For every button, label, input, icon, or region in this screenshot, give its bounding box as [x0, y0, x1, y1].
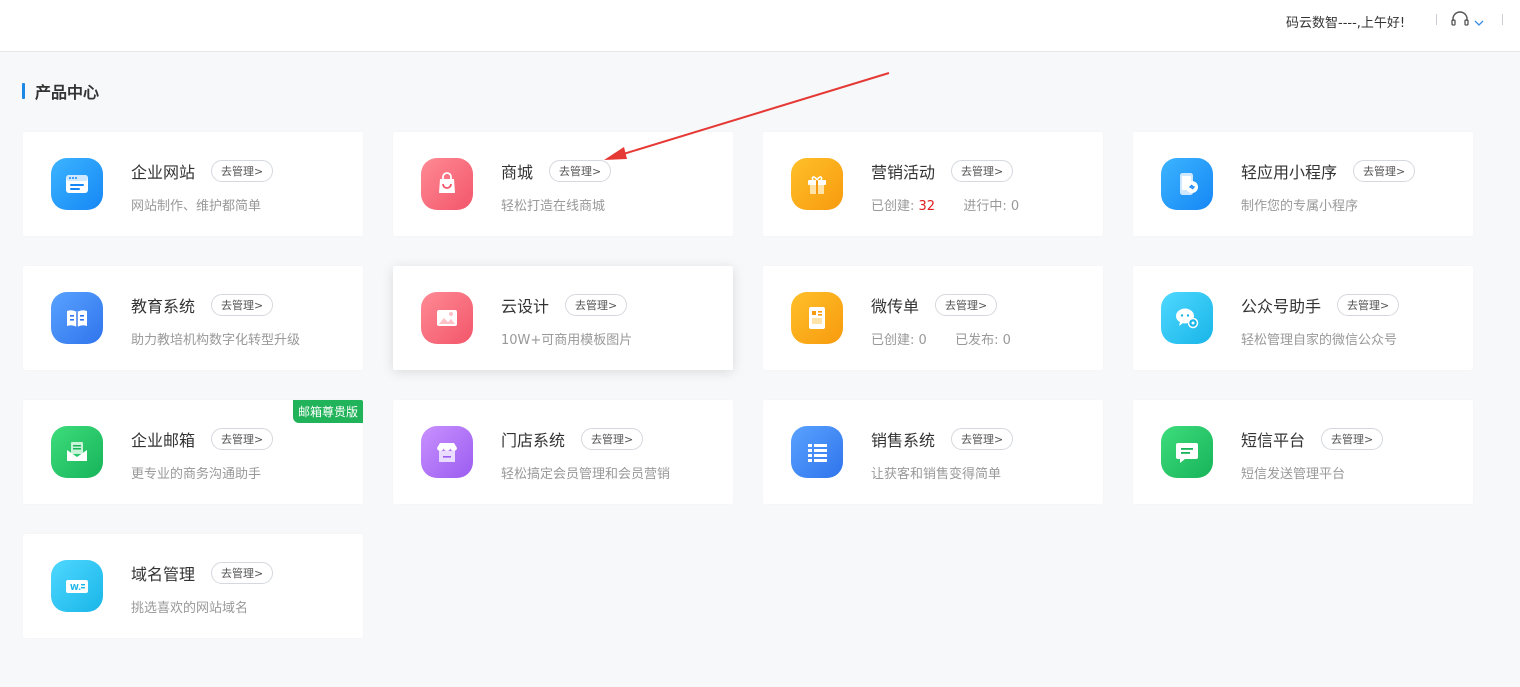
manage-button[interactable]: 去管理>: [211, 160, 274, 182]
message-icon: [1161, 426, 1213, 478]
product-card-flyer[interactable]: 微传单 去管理> 已创建: 0 已发布: 0: [763, 266, 1103, 370]
stat-value-running: 0: [1010, 199, 1020, 214]
divider: [1502, 14, 1503, 25]
manage-button[interactable]: 去管理>: [1321, 428, 1384, 450]
card-title: 域名管理: [131, 565, 196, 584]
card-title: 企业网站: [131, 163, 196, 182]
list-icon: [791, 426, 843, 478]
card-title: 轻应用小程序: [1241, 163, 1338, 182]
card-title: 短信平台: [1241, 431, 1306, 450]
section-heading: 产品中心: [35, 83, 100, 102]
premium-badge: 邮箱尊贵版: [292, 400, 363, 423]
product-card-sms[interactable]: 短信平台 去管理> 短信发送管理平台: [1133, 400, 1473, 504]
stat-value-published: 0: [1002, 333, 1011, 348]
gift-icon: [791, 158, 843, 210]
section-accent-bar: [22, 83, 25, 99]
domain-w-icon: W.: [51, 560, 103, 612]
browser-window-icon: [51, 158, 103, 210]
product-card-sales[interactable]: 销售系统 去管理> 让获客和销售变得简单: [763, 400, 1103, 504]
card-title: 企业邮箱: [131, 431, 196, 450]
stat-label-created: 已创建:: [871, 333, 915, 348]
product-card-official-account[interactable]: 公众号助手 去管理> 轻松管理自家的微信公众号: [1133, 266, 1473, 370]
manage-button[interactable]: 去管理>: [951, 160, 1014, 182]
product-card-cloud-design[interactable]: 云设计 去管理> 10W+可商用模板图片: [393, 266, 733, 370]
flyer-icon: [791, 292, 843, 344]
stat-value-created: 32: [918, 199, 936, 214]
card-title: 销售系统: [871, 431, 936, 450]
card-description: 助力教培机构数字化转型升级: [131, 333, 301, 348]
manage-button[interactable]: 去管理>: [211, 428, 274, 450]
product-card-mall[interactable]: 商城 去管理> 轻松打造在线商城: [393, 132, 733, 236]
card-description: 10W+可商用模板图片: [501, 333, 633, 348]
product-card-email[interactable]: 企业邮箱 去管理> 更专业的商务沟通助手 邮箱尊贵版: [23, 400, 363, 504]
manage-button[interactable]: 去管理>: [565, 294, 628, 316]
mini-program-icon: [1161, 158, 1213, 210]
stat-label-running: 进行中:: [963, 199, 1007, 214]
card-description: 网站制作、维护都简单: [131, 199, 262, 214]
card-description: 制作您的专属小程序: [1241, 199, 1359, 214]
product-card-store[interactable]: 门店系统 去管理> 轻松搞定会员管理和会员营销: [393, 400, 733, 504]
chevron-down-icon[interactable]: [1473, 13, 1485, 26]
svg-text:W.: W.: [70, 583, 81, 592]
top-bar: 码云数智----,上午好!: [0, 0, 1520, 52]
user-greeting: 码云数智----,上午好!: [1286, 16, 1406, 31]
manage-button[interactable]: 去管理>: [1337, 294, 1400, 316]
shopping-bag-icon: [421, 158, 473, 210]
card-description: 让获客和销售变得简单: [871, 467, 1002, 482]
stat-label-created: 已创建:: [871, 199, 915, 214]
card-title: 云设计: [501, 297, 550, 316]
book-icon: [51, 292, 103, 344]
stat-value-created: 0: [918, 333, 927, 348]
divider: [1436, 14, 1437, 25]
section-title: 产品中心: [22, 80, 99, 102]
wechat-gear-icon: [1161, 292, 1213, 344]
manage-button[interactable]: 去管理>: [935, 294, 998, 316]
card-title: 微传单: [871, 297, 920, 316]
manage-button[interactable]: 去管理>: [549, 160, 612, 182]
manage-button[interactable]: 去管理>: [211, 294, 274, 316]
card-title: 商城: [501, 163, 534, 182]
storefront-icon: [421, 426, 473, 478]
card-title: 门店系统: [501, 431, 566, 450]
card-description: 轻松管理自家的微信公众号: [1241, 333, 1398, 348]
card-stats: 已创建: 0 已发布: 0: [871, 329, 1011, 348]
manage-button[interactable]: 去管理>: [211, 562, 274, 584]
card-title: 教育系统: [131, 297, 196, 316]
card-description: 轻松打造在线商城: [501, 199, 606, 214]
mail-icon: [51, 426, 103, 478]
product-card-mini-program[interactable]: 轻应用小程序 去管理> 制作您的专属小程序: [1133, 132, 1473, 236]
card-description: 短信发送管理平台: [1241, 467, 1346, 482]
product-card-website[interactable]: 企业网站 去管理> 网站制作、维护都简单: [23, 132, 363, 236]
card-stats: 已创建: 32 进行中: 0: [871, 195, 1019, 214]
card-description: 轻松搞定会员管理和会员营销: [501, 467, 671, 482]
card-title: 公众号助手: [1241, 297, 1322, 316]
manage-button[interactable]: 去管理>: [581, 428, 644, 450]
image-icon: [421, 292, 473, 344]
manage-button[interactable]: 去管理>: [1353, 160, 1416, 182]
product-card-marketing[interactable]: 营销活动 去管理> 已创建: 32 进行中: 0: [763, 132, 1103, 236]
stat-label-published: 已发布:: [955, 333, 999, 348]
card-description: 挑选喜欢的网站域名: [131, 601, 249, 616]
product-card-domain[interactable]: W. 域名管理 去管理> 挑选喜欢的网站域名: [23, 534, 363, 638]
manage-button[interactable]: 去管理>: [951, 428, 1014, 450]
card-title: 营销活动: [871, 163, 936, 182]
card-description: 更专业的商务沟通助手: [131, 467, 262, 482]
headset-icon[interactable]: [1450, 10, 1470, 28]
product-card-education[interactable]: 教育系统 去管理> 助力教培机构数字化转型升级: [23, 266, 363, 370]
